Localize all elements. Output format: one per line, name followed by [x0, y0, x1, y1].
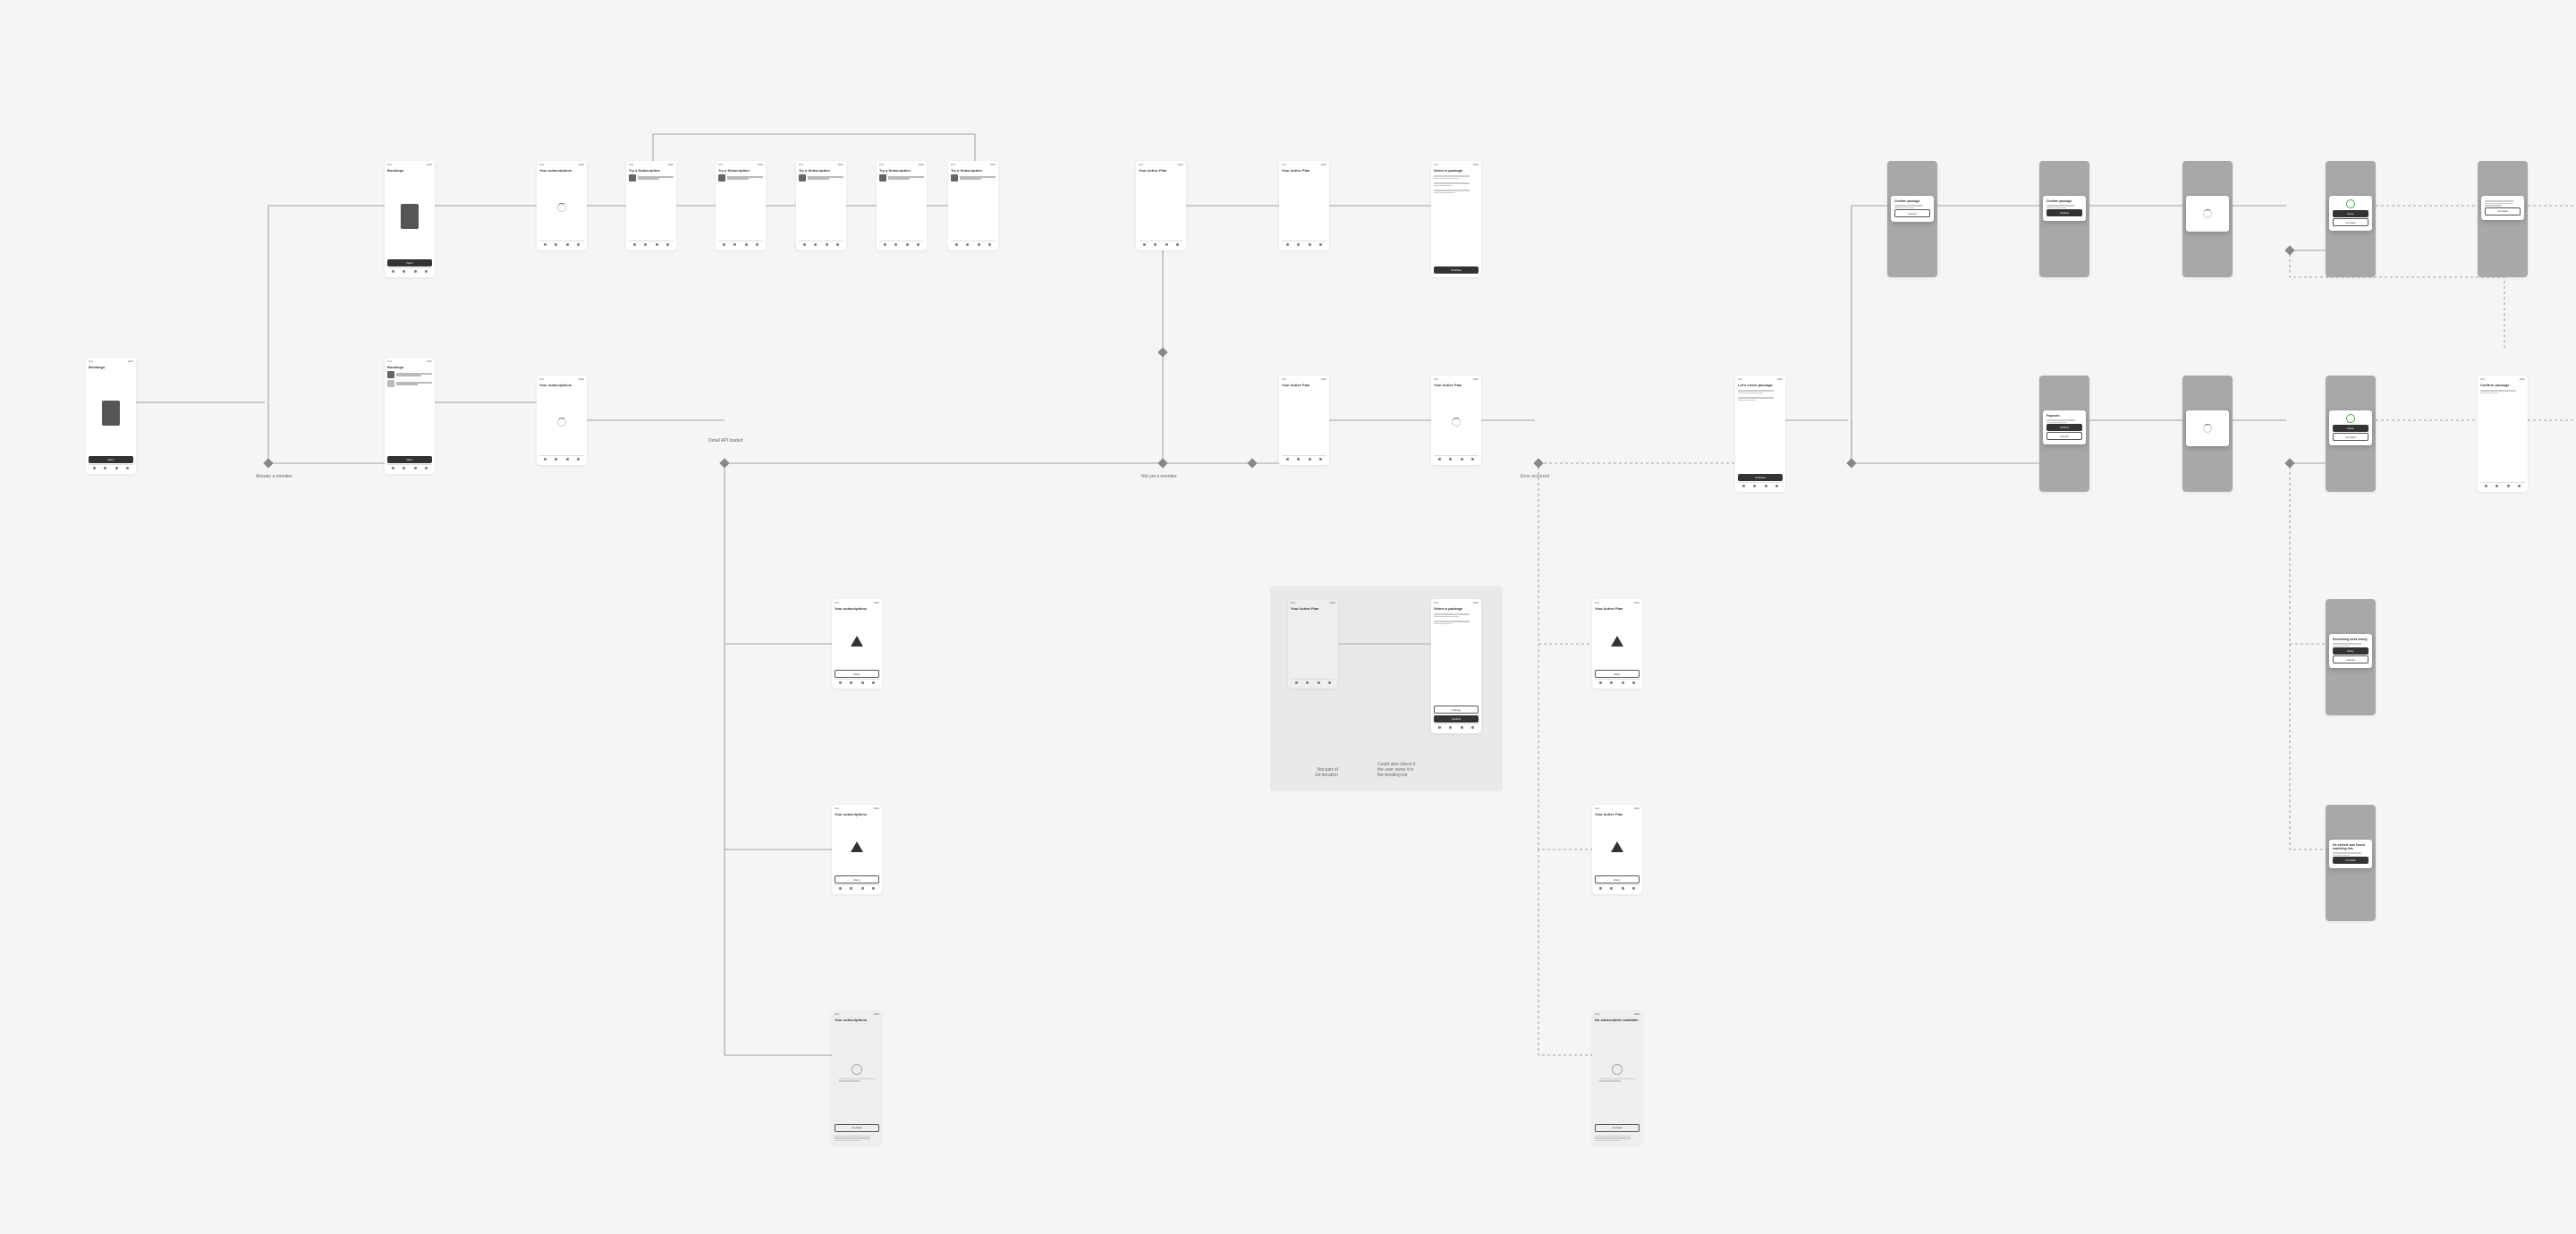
- spinner-icon: [2203, 424, 2212, 433]
- screen-error-4[interactable]: 9:41100% Your Active Plan Retry: [1592, 805, 1642, 894]
- open-button[interactable]: Open: [89, 456, 133, 463]
- spinner-icon: [2203, 209, 2212, 218]
- screen-error-3[interactable]: 9:41100% Your Active Plan Retry: [1592, 599, 1642, 689]
- screen-subs-loading: 9:41100% Your subscriptions: [537, 376, 587, 465]
- screen-confirm-dialog-1[interactable]: Confirm package Cancel: [1887, 161, 1937, 277]
- spinner-icon: [557, 418, 566, 427]
- screen-try-sub-3[interactable]: 9:41100% Try a Subscription: [796, 161, 846, 250]
- screen-try-sub-5[interactable]: 9:41100% Try a Subscription: [948, 161, 998, 250]
- warning-icon: [1611, 636, 1623, 647]
- title: Bookings: [89, 365, 133, 369]
- label-not-part-1st: Not part of 1st iteration: [1315, 767, 1338, 778]
- label-already-member: Already a member: [256, 474, 292, 479]
- open-button[interactable]: Open: [387, 456, 432, 463]
- screen-bookings-entry[interactable]: 9:41100% Bookings Open: [86, 358, 136, 474]
- warning-icon: [1611, 841, 1623, 852]
- screen-no-sub-2[interactable]: 9:41100% No subscription available Go ba…: [1592, 1010, 1642, 1145]
- screen-try-sub-2[interactable]: 9:41100% Try a Subscription: [716, 161, 766, 250]
- warning-icon: [851, 841, 863, 852]
- spinner-icon: [557, 203, 566, 212]
- empty-icon: [1612, 1064, 1623, 1075]
- screen-payment-success[interactable]: Done Go back: [2326, 376, 2376, 492]
- screen-confirm-msg[interactable]: Go back: [2478, 161, 2528, 277]
- screen-error-1[interactable]: 9:41100% Your subscriptions Retry: [832, 599, 882, 689]
- screen-error-2[interactable]: 9:41100% Your subscriptions Retry: [832, 805, 882, 894]
- screen-active-plan-loading: 9:41100% Your Active Plan: [1431, 376, 1481, 465]
- screen-active-plan-1[interactable]: 9:41100% Your Active Plan: [1136, 161, 1186, 250]
- screen-active-plan-deferred: 9:41100% Your Active Plan: [1288, 599, 1338, 689]
- screen-active-plan-3[interactable]: 9:41100% Your Active Plan: [1279, 376, 1329, 465]
- screen-try-sub-1[interactable]: 9:41100% Try a Subscription: [626, 161, 676, 250]
- screen-active-plan-2[interactable]: 9:41100% Your Active Plan: [1279, 161, 1329, 250]
- screen-try-sub-4[interactable]: 9:41100% Try a Subscription: [877, 161, 927, 250]
- screen-confirm-spinner: [2182, 161, 2233, 277]
- screen-subs-loading-2: 9:41100% Your subscriptions: [537, 161, 587, 250]
- screen-bookings-list[interactable]: 9:41100% Bookings Open: [385, 358, 435, 474]
- screen-no-sub-1[interactable]: 9:41100% Your subscriptions Go back: [832, 1010, 882, 1145]
- screen-payment-error-1[interactable]: Something went wrong Retry Cancel: [2326, 599, 2376, 715]
- screen-payment-dialog[interactable]: Payment Confirm Cancel: [2039, 376, 2089, 492]
- label-not-member: Not yet a member: [1141, 474, 1177, 479]
- check-icon: [2346, 414, 2355, 423]
- check-icon: [2346, 199, 2355, 208]
- tabbar[interactable]: [89, 464, 133, 471]
- screen-package-check[interactable]: 9:41100% Let's check package Continue: [1735, 376, 1785, 492]
- screen-confirm-success[interactable]: Done Go back: [2326, 161, 2376, 277]
- label-error: Error occurred: [1521, 474, 1549, 479]
- screen-payment-error-2[interactable]: No vehicle was found matching this Go ba…: [2326, 805, 2376, 921]
- screen-select-package[interactable]: 9:41100% Select a package Continue: [1431, 161, 1481, 277]
- screen-summary-1[interactable]: 9:41100% Confirm package: [2478, 376, 2528, 492]
- label-could-check: Could also check if the user owns it in …: [1377, 762, 1415, 778]
- screen-confirm-dialog-2[interactable]: Confirm package Confirm: [2039, 161, 2089, 277]
- spinner-icon: [1452, 418, 1461, 427]
- warning-icon: [851, 636, 863, 647]
- screen-select-package-2[interactable]: 9:41100% Select a package Change Confirm: [1431, 599, 1481, 733]
- label-loading: Detail API loaded: [708, 438, 742, 444]
- booking-card-thumb: [102, 401, 120, 426]
- booking-thumb: [401, 204, 419, 229]
- screen-payment-spinner: [2182, 376, 2233, 492]
- empty-icon: [852, 1064, 862, 1075]
- screen-bookings-alt[interactable]: 9:41100% Bookings Open: [385, 161, 435, 277]
